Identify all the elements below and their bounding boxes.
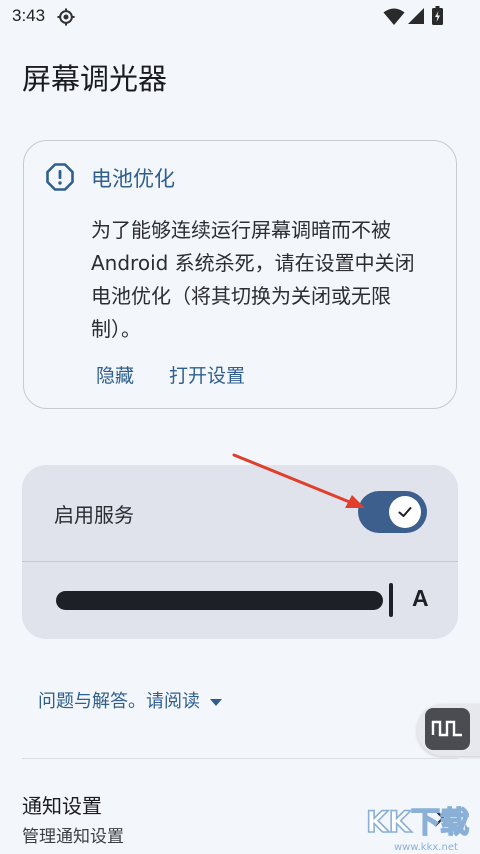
battery-icon (432, 6, 443, 25)
watermark-url: www.kkx.net (394, 842, 458, 853)
hide-button[interactable]: 隐藏 (96, 361, 134, 388)
enable-service-label: 启用服务 (54, 503, 134, 527)
page-title: 屏幕调光器 (22, 62, 168, 96)
square-wave-icon (431, 720, 462, 737)
caret-down-icon (210, 698, 222, 706)
floating-overlay-button[interactable] (417, 704, 480, 756)
toggle-thumb (389, 496, 421, 528)
enable-service-toggle[interactable] (358, 491, 427, 533)
status-bar: 3:43 (0, 0, 480, 34)
wifi-icon (383, 8, 405, 25)
open-settings-button[interactable]: 打开设置 (169, 361, 245, 388)
signal-icon (408, 8, 424, 24)
faq-link[interactable]: 问题与解答。请阅读 (38, 687, 222, 713)
gear-icon (57, 8, 75, 26)
annotation-arrow (232, 453, 365, 508)
card-title: 电池优化 (91, 167, 175, 191)
status-time: 3:43 (12, 6, 46, 25)
divider (22, 561, 458, 562)
card-body-text: 为了能够连续运行屏幕调暗而不被Android 系统杀死，请在设置中关闭电池优化（… (91, 218, 415, 341)
watermark-text: KK下载 (366, 805, 469, 839)
dim-level-slider[interactable] (56, 591, 383, 610)
alert-circle-icon (46, 163, 74, 191)
floating-button-body (425, 708, 470, 750)
battery-optimization-card: 电池优化 为了能够连续运行屏幕调暗而不被Android 系统杀死，请在设置中关闭… (23, 140, 457, 409)
faq-label: 问题与解答。请阅读 (38, 691, 200, 712)
service-panel: 启用服务 A (22, 465, 458, 639)
notification-settings-title: 通知设置 (22, 794, 102, 818)
check-icon (398, 507, 412, 517)
watermark-logo: KK下载 www.kkx.net (365, 804, 470, 853)
slider-handle[interactable] (389, 583, 393, 617)
notification-settings-subtitle: 管理通知设置 (22, 827, 124, 847)
slider-trailing-label: A (412, 585, 429, 611)
divider (22, 758, 458, 759)
